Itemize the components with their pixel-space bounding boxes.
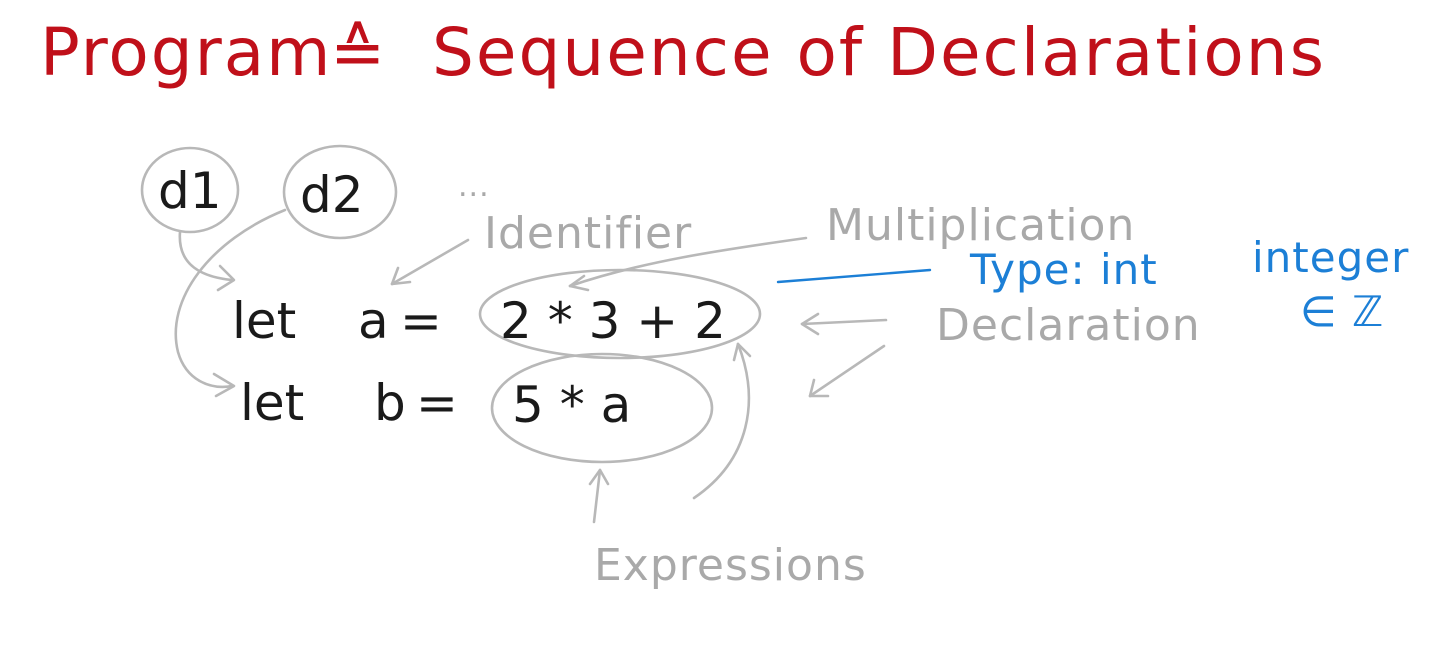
line1-expression: 2 * 3 + 2 xyxy=(500,292,726,350)
declaration-arrow-1 xyxy=(800,318,888,326)
ellipsis: ... xyxy=(458,169,490,204)
expressions-label: Expressions xyxy=(594,540,867,591)
whiteboard-drawing: Program ≙ Sequence of Declarations d1 d2… xyxy=(40,14,1409,591)
multiplication-label: Multiplication xyxy=(826,200,1135,251)
identifier-label: Identifier xyxy=(484,208,692,259)
identifier-arrow xyxy=(390,238,470,286)
d2-arrowhead xyxy=(212,372,236,398)
line2-equals: = xyxy=(416,374,458,432)
line2-expression: 5 * a xyxy=(512,376,631,434)
element-of-z-label: ∈ ℤ xyxy=(1300,287,1384,336)
line2-identifier: b xyxy=(374,374,406,432)
declaration-arrow-2 xyxy=(808,344,886,398)
type-connector-line xyxy=(776,268,932,284)
title-corresponds-symbol: ≙ xyxy=(330,14,387,91)
d1-arrow xyxy=(178,230,234,282)
line1-identifier: a xyxy=(358,292,389,350)
integer-label: integer xyxy=(1252,233,1409,282)
declaration-label: Declaration xyxy=(936,300,1201,351)
whiteboard: Program ≙ Sequence of Declarations d1 d2… xyxy=(0,0,1452,650)
type-int-label: Type: int xyxy=(969,245,1158,294)
d2-label: d2 xyxy=(300,166,364,224)
expressions-arrow-2 xyxy=(692,342,750,500)
d1-label: d1 xyxy=(158,162,222,220)
title-program: Program xyxy=(40,14,332,91)
line2-let: let xyxy=(240,374,304,432)
line1-equals: = xyxy=(400,292,442,350)
title-sequence-of-declarations: Sequence of Declarations xyxy=(432,14,1326,91)
line1-let: let xyxy=(232,292,296,350)
